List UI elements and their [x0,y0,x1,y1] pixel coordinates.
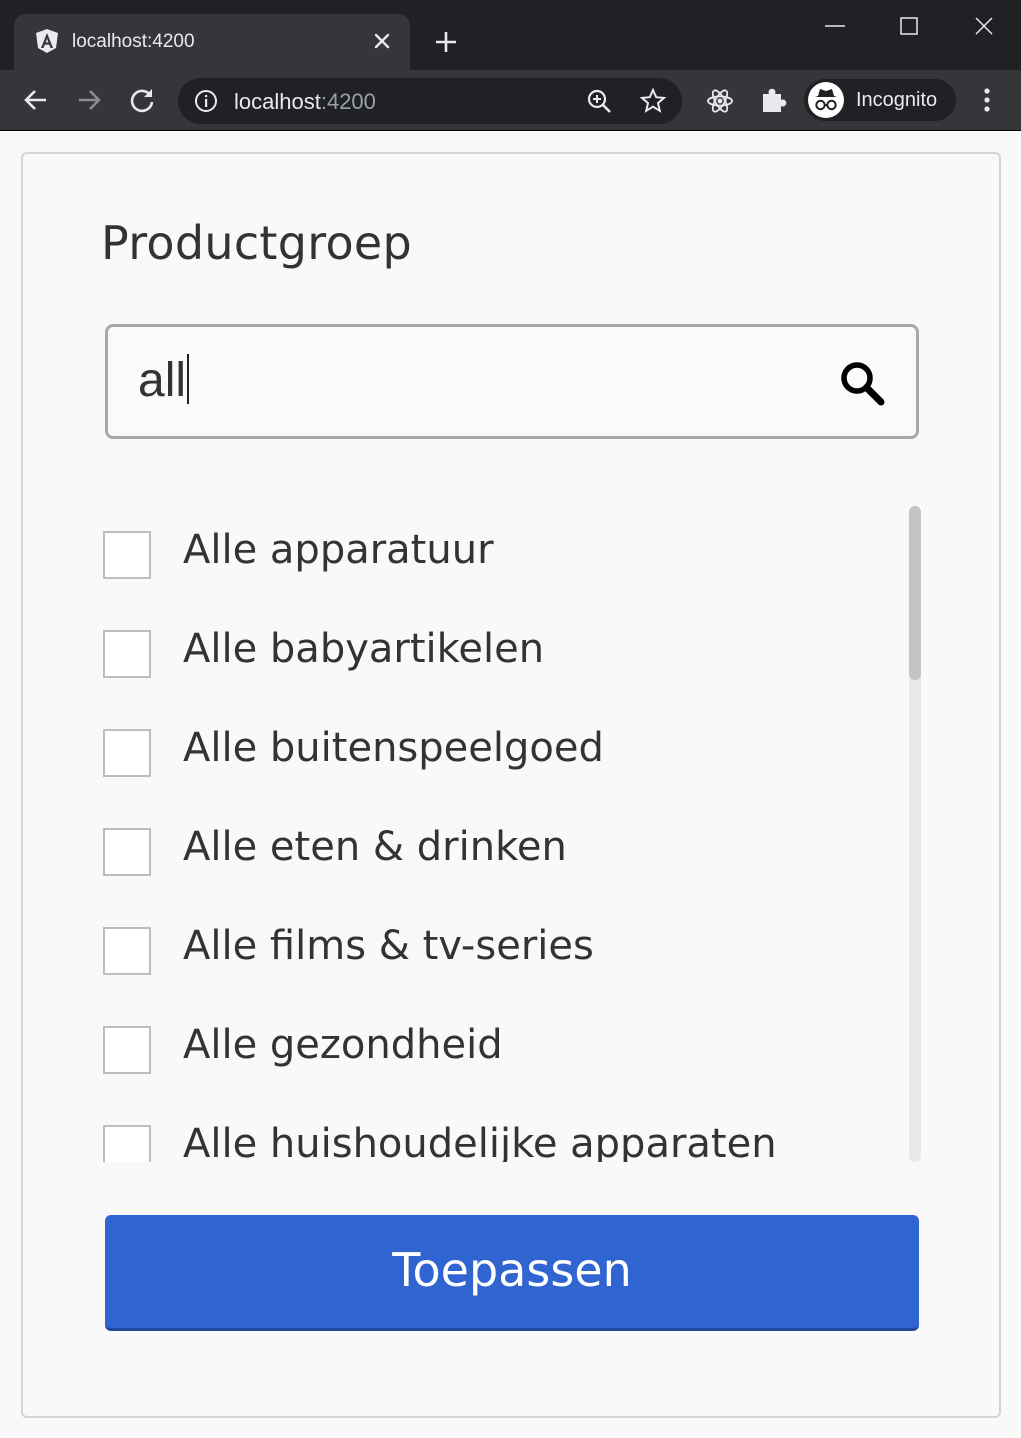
search-icon[interactable] [838,359,886,407]
list-item-label: Alle films & tv-series [183,923,594,969]
list-item-label: Alle eten & drinken [183,824,567,870]
url-text: localhost:4200 [234,89,376,114]
react-devtools-icon[interactable] [705,86,735,116]
list-item[interactable]: Alle eten & drinken [101,824,901,886]
list-item[interactable]: Alle gezondheid [101,1022,901,1084]
list-item[interactable]: Alle babyartikelen [101,626,901,688]
angular-icon [36,29,58,53]
address-bar[interactable]: localhost:4200 [178,78,682,124]
checkbox[interactable] [103,1125,151,1162]
checkbox[interactable] [103,828,151,876]
list-item-label: Alle gezondheid [183,1022,503,1068]
plus-icon[interactable] [432,28,460,56]
list-item-label: Alle apparatuur [183,527,494,573]
browser-toolbar: localhost:4200 Incognito [0,70,1021,131]
product-group-list[interactable]: Alle apparatuur Alle babyartikelen Alle bu… [101,506,931,1162]
search-input[interactable]: all [105,324,919,439]
list-item-label: Alle babyartikelen [183,626,545,672]
maximize-icon[interactable] [893,10,925,42]
extensions-puzzle-icon[interactable] [758,85,788,115]
back-arrow-icon[interactable] [21,85,51,115]
checkbox[interactable] [103,630,151,678]
list-item[interactable]: Alle huishoudelijke apparaten [101,1121,901,1162]
page-title: Productgroep [101,216,413,270]
window-close-icon[interactable] [968,10,1000,42]
search-input-value: all [138,353,190,408]
checkbox[interactable] [103,729,151,777]
list-item[interactable]: Alle apparatuur [101,527,901,589]
apply-button[interactable]: Toepassen [105,1215,919,1331]
profile-label: Incognito [856,89,938,111]
incognito-icon [815,89,837,111]
filter-panel: Productgroep all Alle apparatuur Alle bab… [21,152,1001,1418]
list-item[interactable]: Alle buitenspeelgoed [101,725,901,787]
info-icon[interactable] [194,89,218,113]
checkbox[interactable] [103,927,151,975]
list-item[interactable]: Alle films & tv-series [101,923,901,985]
bookmark-star-icon[interactable] [639,87,667,115]
more-menu-icon[interactable] [972,85,1002,115]
forward-arrow-icon[interactable] [74,85,104,115]
avatar [808,82,844,118]
tab-title: localhost:4200 [72,31,195,52]
zoom-icon[interactable] [586,88,612,114]
reload-icon[interactable] [127,85,157,115]
browser-tab[interactable]: localhost:4200 [14,14,410,70]
text-caret [187,354,190,404]
checkbox[interactable] [103,531,151,579]
scrollbar[interactable] [909,506,921,1162]
close-icon[interactable] [370,29,394,53]
list-item-label: Alle huishoudelijke apparaten [183,1121,777,1162]
browser-tab-strip: localhost:4200 [0,0,1021,70]
list-item-label: Alle buitenspeelgoed [183,725,604,771]
checkbox[interactable] [103,1026,151,1074]
scrollbar-thumb[interactable] [909,506,921,680]
minimize-icon[interactable] [819,10,851,42]
incognito-profile-button[interactable]: Incognito [804,79,956,121]
